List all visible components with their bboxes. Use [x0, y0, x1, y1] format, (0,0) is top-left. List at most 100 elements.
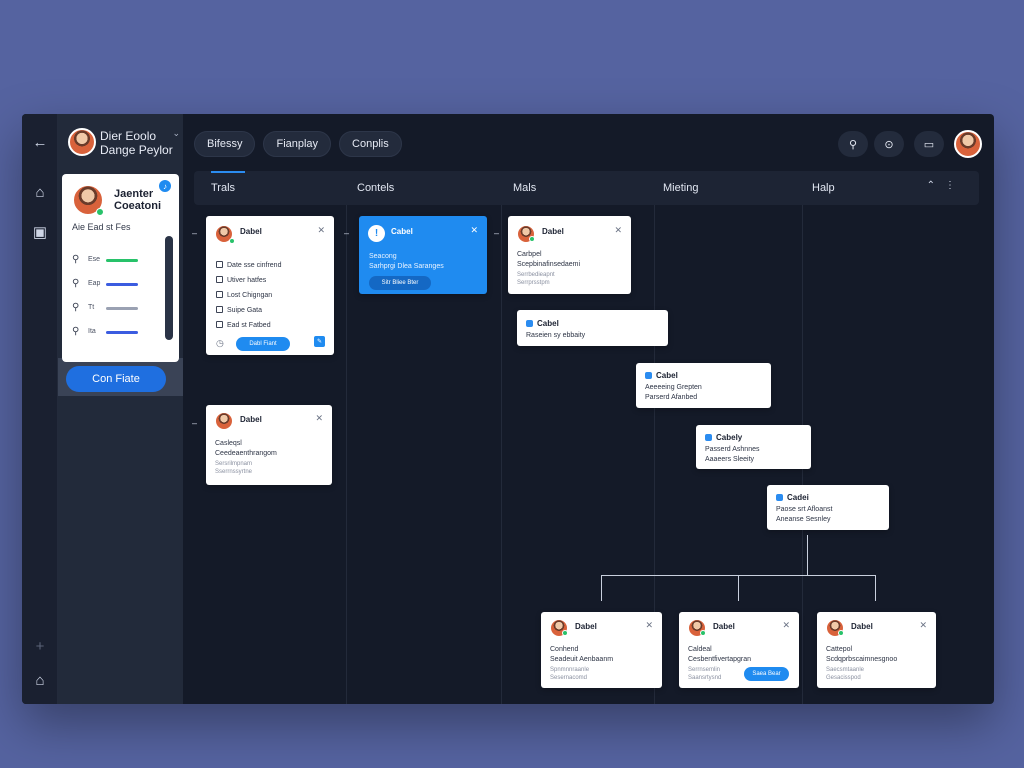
chevron-down-icon[interactable]: ⌄	[172, 128, 180, 139]
search-icon: ⚲	[72, 326, 80, 337]
column-divider	[346, 205, 347, 704]
task-card[interactable]: Cadei Paose srt Afloanst Aneanse Sesnley	[767, 485, 889, 530]
window-icon[interactable]: ▭	[914, 131, 944, 157]
highlighted-card[interactable]: ! Cabel ✕ Seacong Sarhprgi Dlea Saranges…	[359, 216, 487, 294]
search-row[interactable]: ⚲ Ese	[72, 254, 164, 268]
menu-item[interactable]: Ead st Fatbed	[216, 321, 271, 329]
user-header[interactable]: Dier Eoolo Dange Peylor ⌄	[68, 126, 180, 160]
task-card[interactable]: Cabely Passerd Ashnnes Aaaeers Sleeity	[696, 425, 811, 469]
task-card[interactable]: Dabel ✕ Carbpel Scepbinafinsedaemi Serrb…	[508, 216, 631, 294]
card-action-button[interactable]: Saea Bear	[744, 667, 789, 681]
column-mals[interactable]: Mals	[513, 182, 536, 194]
checkbox-icon	[526, 320, 533, 328]
close-icon[interactable]: ✕	[614, 225, 622, 236]
card-text: Serrprsstpm	[517, 280, 550, 286]
search-row[interactable]: ⚲ Eap	[72, 278, 164, 292]
card-text: Carbpel	[517, 251, 542, 258]
menu-item-icon	[216, 321, 223, 328]
home-icon[interactable]: ⌂	[28, 180, 52, 204]
card-text: Ceedeaenthrangom	[215, 450, 277, 457]
column-contels[interactable]: Contels	[357, 182, 394, 194]
close-icon[interactable]: ✕	[919, 620, 927, 631]
card-text: Sarhprgi Dlea Saranges	[369, 263, 444, 270]
app-window: ← ⌂ ▣ + ⌂ Dier Eoolo Dange Peylor ⌄ ♪ Ja…	[22, 114, 994, 704]
column-divider	[501, 205, 502, 704]
profile-avatar[interactable]	[954, 130, 982, 158]
card-text: Seadeuit Aenbaanm	[550, 656, 614, 663]
close-icon[interactable]: ✕	[782, 620, 790, 631]
card-text: Scdqprbscaimnesgnoo	[826, 656, 898, 663]
add-button[interactable]: Con Fiate	[66, 366, 166, 392]
checkbox-icon	[705, 434, 712, 442]
card-text: Raseien sy ebbaity	[526, 332, 586, 339]
bottom-home-icon[interactable]: ⌂	[28, 668, 52, 692]
column-trals[interactable]: Trals	[211, 182, 235, 194]
column-mieting[interactable]: Mieting	[663, 182, 698, 194]
card-title: Cadei	[776, 493, 809, 502]
edit-icon[interactable]: ✎	[314, 336, 325, 347]
menu-item[interactable]: Lost Chigngan	[216, 291, 272, 299]
row-marker: –	[192, 418, 198, 428]
search-icon[interactable]: ⚲	[838, 131, 868, 157]
back-arrow-icon[interactable]: ←	[28, 130, 52, 154]
card-scrollbar[interactable]	[165, 236, 173, 340]
card-title: Cabel	[391, 227, 413, 236]
menu-item[interactable]: Date sse cinfrend	[216, 261, 281, 269]
task-card[interactable]: Dabel ✕ Cattepol Scdqprbscaimnesgnoo Sae…	[817, 612, 936, 688]
search-row-label: Ese	[88, 256, 101, 263]
add-icon[interactable]: +	[28, 634, 52, 658]
close-icon[interactable]: ✕	[645, 620, 653, 631]
task-card[interactable]: Dabel ✕ Date sse cinfrend Utiver hatfes …	[206, 216, 334, 355]
tree-connector	[807, 535, 808, 575]
close-icon[interactable]: ✕	[315, 413, 323, 424]
contact-card[interactable]: ♪ Jaenter Coeatoni Aie Ead st Fes ⚲ Ese …	[62, 174, 179, 362]
files-icon[interactable]: ▣	[28, 220, 52, 244]
tab-3[interactable]: Conplis	[339, 131, 402, 157]
card-title: Dabel	[713, 622, 735, 631]
card-text: Seacong	[369, 253, 397, 260]
user-avatar	[68, 128, 96, 156]
card-text: Scepbinafinsedaemi	[517, 261, 581, 268]
online-status-icon	[700, 630, 706, 636]
menu-item[interactable]: Utiver hatfes	[216, 276, 266, 284]
menu-item[interactable]: Suipe Gata	[216, 306, 262, 314]
column-header: Trals Contels Mals Mieting Halp ⌃⋮	[194, 171, 979, 205]
card-title: Dabel	[851, 622, 873, 631]
task-card[interactable]: Cabel Aeeeeing Grepten Parserd Afanbed	[636, 363, 771, 408]
card-text: Aeeeeing Grepten	[645, 384, 702, 391]
menu-item-label: Date sse cinfrend	[227, 262, 282, 269]
menu-item-label: Suipe Gata	[227, 307, 263, 314]
card-text: Cesbentfivertapgran	[688, 656, 752, 663]
mouse-icon[interactable]: ⊙	[874, 131, 904, 157]
info-icon: !	[368, 225, 385, 242]
close-icon[interactable]: ✕	[470, 225, 478, 236]
search-row[interactable]: ⚲ Ita	[72, 326, 164, 340]
tree-connector	[601, 575, 602, 601]
card-title: Dabel	[240, 227, 262, 236]
top-tabs: Bifessy Fianplay Conplis	[194, 131, 402, 157]
column-tools-icon[interactable]: ⌃⋮	[927, 180, 965, 191]
menu-item-icon	[216, 276, 223, 283]
column-halp[interactable]: Halp	[812, 182, 835, 194]
search-icon: ⚲	[72, 254, 80, 265]
card-action-button[interactable]: Sitr Bliee Bter	[369, 276, 431, 290]
task-card[interactable]: Dabel ✕ Casleqsl Ceedeaenthrangom Sersri…	[206, 405, 332, 485]
task-card[interactable]: Dabel ✕ Conhend Seadeuit Aenbaanm Spnmnn…	[541, 612, 662, 688]
contact-name: Jaenter Coeatoni	[114, 188, 162, 212]
card-text: Aneanse Sesnley	[776, 516, 831, 523]
task-card[interactable]: Dabel ✕ Caldeal Cesbentfivertapgran Serr…	[679, 612, 799, 688]
card-action-button[interactable]: Dabl Fiant	[236, 337, 290, 351]
search-row-label: Ita	[88, 328, 96, 335]
task-card[interactable]: Cabel Raseien sy ebbaity	[517, 310, 668, 346]
close-icon[interactable]: ✕	[317, 225, 325, 236]
card-title: Dabel	[575, 622, 597, 631]
card-text: Conhend	[550, 646, 579, 653]
tab-2[interactable]: Fianplay	[263, 131, 332, 157]
card-text: Gesacisspod	[826, 675, 861, 681]
card-avatar	[215, 412, 233, 430]
card-title: Cabel	[645, 371, 678, 380]
search-row[interactable]: ⚲ Tt	[72, 302, 164, 316]
search-row-bar	[106, 331, 138, 334]
tab-1[interactable]: Bifessy	[194, 131, 256, 157]
contact-subtitle: Aie Ead st Fes	[72, 222, 131, 232]
